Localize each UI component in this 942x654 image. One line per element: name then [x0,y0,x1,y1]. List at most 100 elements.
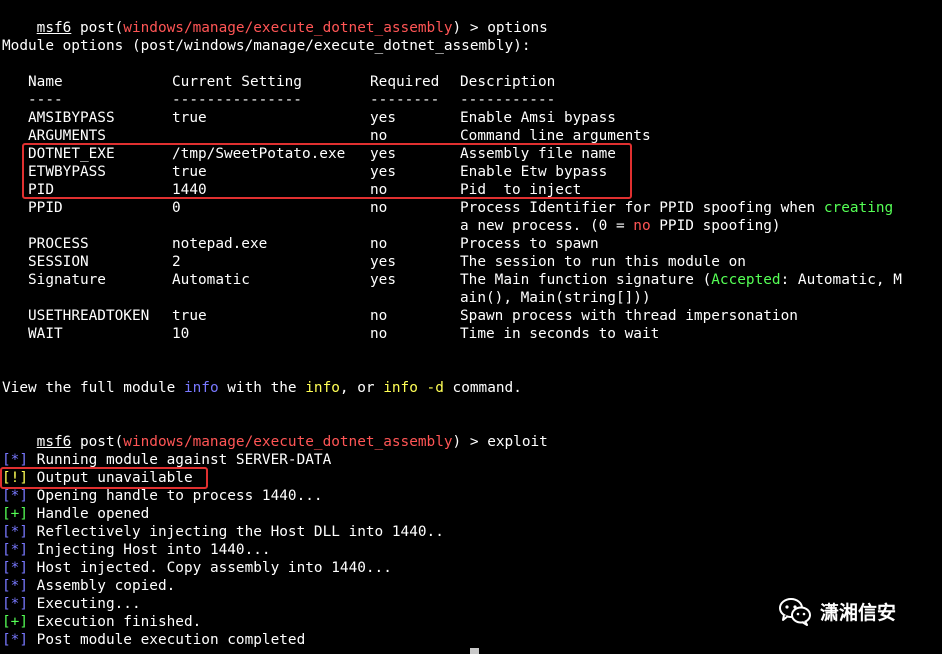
option-value: notepad.exe [172,236,268,252]
output-text: Post module execution completed [28,632,306,648]
hint-text: , or [339,380,384,396]
prompt-module: windows/manage/execute_dotnet_assembly [123,434,453,450]
output-text: Injecting Host into 1440... [28,542,271,558]
option-name: Signature [28,272,106,288]
wechat-icon [779,598,811,626]
output-line: [*] Host injected. Copy assembly into 14… [2,559,392,577]
status-marker: [*] [2,632,28,648]
module-options-header: Module options (post/windows/manage/exec… [2,38,531,54]
option-value: Automatic [172,272,250,288]
prompt-host: msf6 [36,434,72,450]
option-required: no [370,308,388,324]
option-name: WAIT [28,326,63,342]
output-line: [*] Post module execution completed [2,631,305,649]
output-text: Reflectively injecting the Host DLL into… [28,524,444,540]
option-required: yes [370,272,396,288]
highlight-box-warning [0,467,208,489]
table-header: Name Current Setting Required Descriptio… [2,73,555,91]
status-marker: [*] [2,524,28,540]
status-marker: [*] [2,488,28,504]
output-text: Handle opened [28,506,150,522]
option-description: Spawn process with thread impersonation [460,308,798,324]
underline-required: -------- [370,92,440,108]
highlight-box-options [22,143,632,199]
underline-description: ----------- [460,92,556,108]
hint-text: command. [443,380,522,396]
table-row: Signature Automatic yes The Main functio… [2,271,902,289]
header-name: Name [28,74,63,90]
option-description: Time in seconds to wait [460,326,660,342]
underline-current-setting: --------------- [172,92,302,108]
option-description-continued: a new process. (0 = no PPID spoofing) [460,217,781,235]
option-description: Enable Amsi bypass [460,110,616,126]
command-line-options: msf6 post(windows/manage/execute_dotnet_… [36,20,548,36]
option-name: SESSION [28,254,89,270]
info-hint-line: View the full module info with the info,… [2,379,522,397]
output-line: [*] Injecting Host into 1440... [2,541,271,559]
option-description: The session to run this module on [460,254,746,270]
description-text: Process Identifier for PPID spoofing whe… [460,200,824,216]
hint-text: with the [218,380,306,396]
status-marker: [*] [2,452,28,468]
table-row: PPID 0 no Process Identifier for PPID sp… [2,199,893,217]
option-required: no [370,326,388,342]
output-text: Running module against SERVER-DATA [28,452,332,468]
output-text: Opening handle to process 1440... [28,488,323,504]
hint-keyword-info-d: info -d [383,380,444,396]
table-row: AMSIBYPASS true yes Enable Amsi bypass [2,109,616,127]
option-required: no [370,236,388,252]
output-line: [*] Executing... [2,595,141,613]
option-description: Process to spawn [460,236,599,252]
output-line: [*] Reflectively injecting the Host DLL … [2,523,444,541]
output-line: [+] Execution finished. [2,613,201,631]
option-value: true [172,110,207,126]
option-name: PROCESS [28,236,89,252]
status-marker: [*] [2,596,28,612]
description-keyword: Accepted [711,272,781,288]
status-marker: [*] [2,578,28,594]
terminal-window[interactable]: msf6 post(windows/manage/execute_dotnet_… [0,0,942,654]
table-row-continuation: ain(), Main(string[])) [2,289,651,307]
description-keyword: no [633,218,651,234]
table-row: PROCESS notepad.exe no Process to spawn [2,235,599,253]
option-name: PPID [28,200,63,216]
status-marker: [*] [2,542,28,558]
output-text: Host injected. Copy assembly into 1440..… [28,560,392,576]
output-text: Execution finished. [28,614,202,630]
header-current-setting: Current Setting [172,74,302,90]
hint-keyword-info: info [183,380,219,396]
prompt-module: windows/manage/execute_dotnet_assembly [123,20,453,36]
status-marker: [+] [2,614,28,630]
output-line: [+] Handle opened [2,505,149,523]
option-description: The Main function signature (Accepted: A… [460,271,902,289]
header-description: Description [460,74,556,90]
description-text: PPID spoofing) [650,218,781,234]
status-marker: [+] [2,506,28,522]
description-text: a new process. (0 = [460,218,634,234]
output-line: [*] Opening handle to process 1440... [2,487,323,505]
terminal-cursor [470,648,479,654]
hint-keyword-info-command: info [305,380,340,396]
underline-name: ---- [28,92,63,108]
table-header-underline: ---- --------------- -------- ----------… [2,91,555,109]
output-text: Executing... [28,596,141,612]
option-value: 2 [172,254,181,270]
table-row: SESSION 2 yes The session to run this mo… [2,253,746,271]
description-keyword: creating [823,200,894,216]
option-required: no [370,200,388,216]
command-text: options [487,20,548,36]
option-description-continued: ain(), Main(string[])) [460,290,651,306]
header-required: Required [370,74,440,90]
option-required: yes [370,110,396,126]
description-text: The Main function signature ( [460,272,712,288]
output-line: [*] Assembly copied. [2,577,175,595]
command-text: exploit [487,434,548,450]
description-text: : Automatic, M [780,272,902,288]
option-name: USETHREADTOKEN [28,308,150,324]
option-value: 10 [172,326,190,342]
option-description: Process Identifier for PPID spoofing whe… [460,199,893,217]
watermark-text: 潇湘信安 [820,601,897,624]
table-row: WAIT 10 no Time in seconds to wait [2,325,659,343]
output-text: Assembly copied. [28,578,176,594]
option-name: AMSIBYPASS [28,110,115,126]
